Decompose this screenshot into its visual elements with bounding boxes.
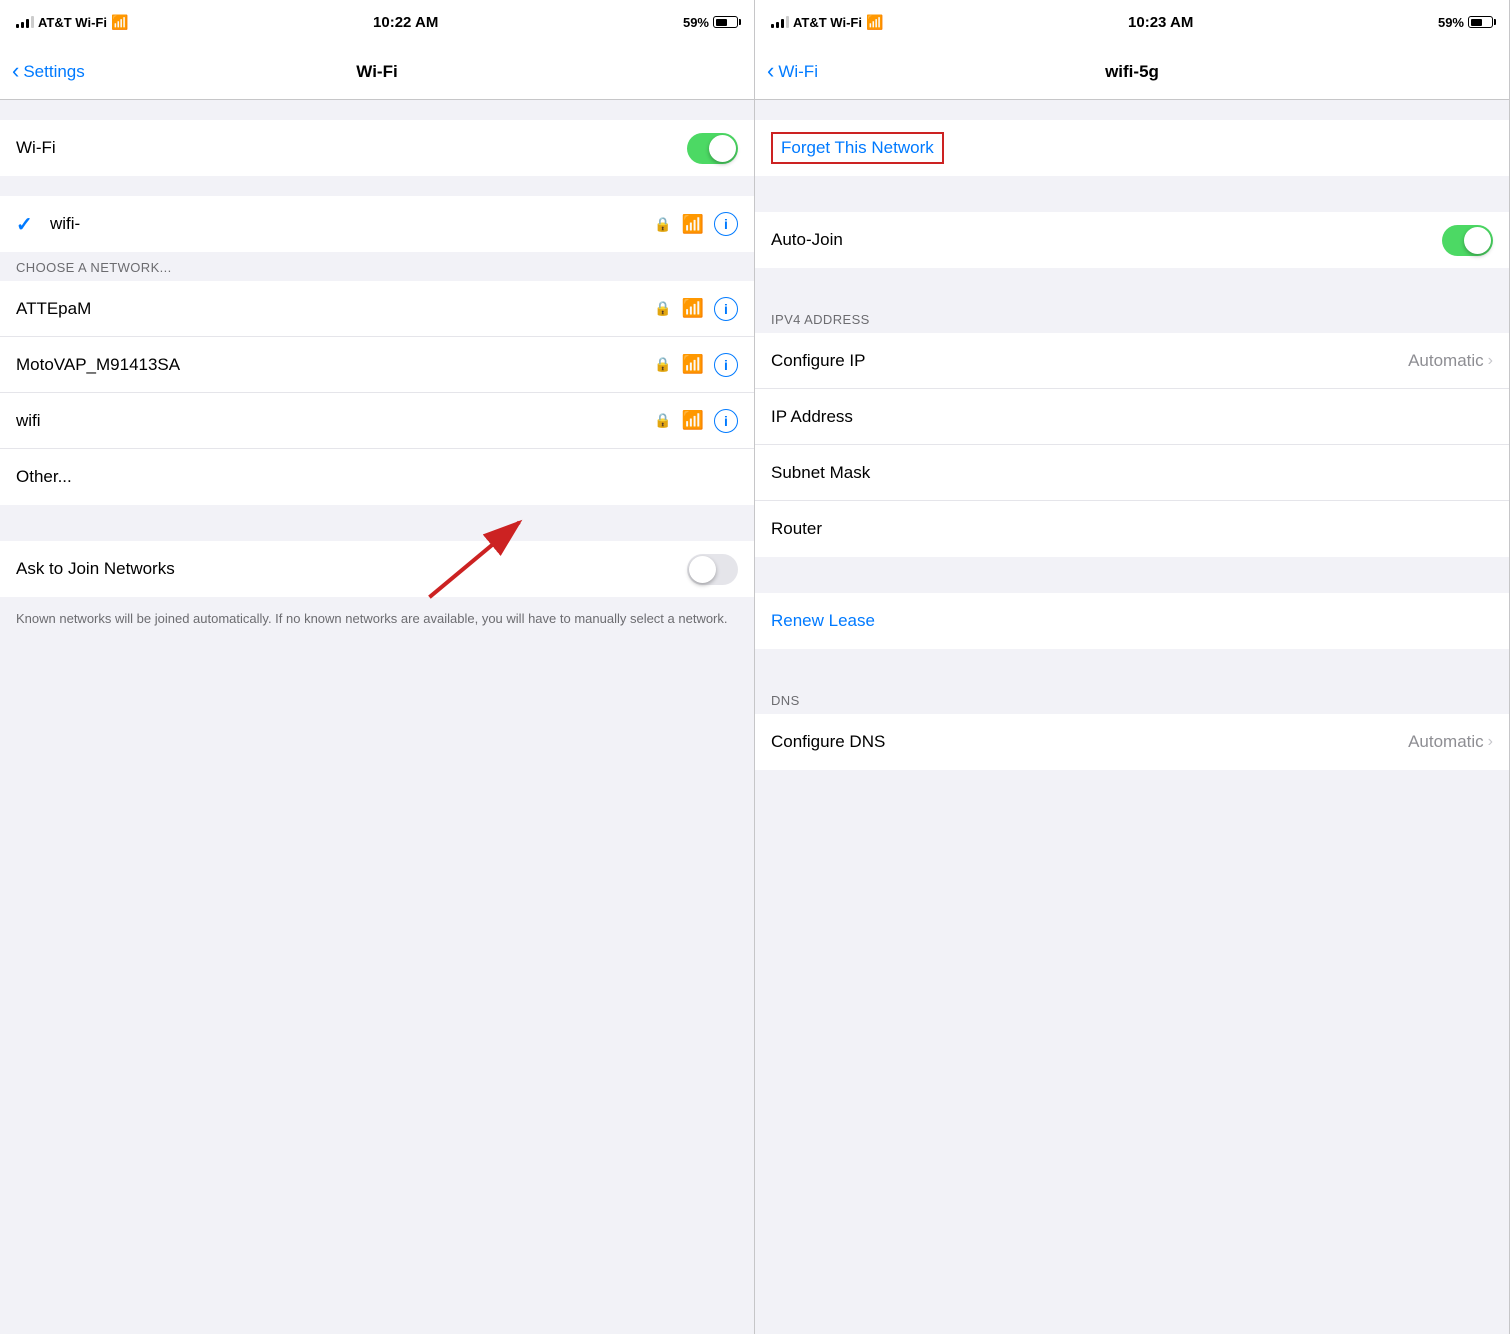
lock-icon: 🔒 <box>654 216 671 233</box>
auto-join-row: Auto-Join <box>755 212 1509 268</box>
configure-ip-row[interactable]: Configure IP Automatic › <box>755 333 1509 389</box>
ask-join-label: Ask to Join Networks <box>16 559 175 579</box>
router-row: Router <box>755 501 1509 557</box>
battery-icon <box>713 16 738 28</box>
wifi-section: Wi-Fi <box>0 120 754 176</box>
carrier-label: AT&T Wi-Fi <box>793 15 862 30</box>
connected-info-button[interactable]: i <box>714 212 738 236</box>
battery-pct: 59% <box>1438 15 1464 30</box>
renew-lease-label: Renew Lease <box>771 611 875 631</box>
wifi-icon: 📶 <box>682 354 704 375</box>
left-panel: AT&T Wi-Fi 📶 10:22 AM 59% ‹ Settings Wi-… <box>0 0 755 1334</box>
right-nav-title: wifi-5g <box>1105 62 1159 82</box>
network-list: ATTEpaM 🔒 📶 i MotoVAP_M91413SA 🔒 📶 i <box>0 281 754 505</box>
subnet-mask-label: Subnet Mask <box>771 463 870 483</box>
ask-join-section: Ask to Join Networks <box>0 541 754 597</box>
wifi-toggle[interactable] <box>687 133 738 164</box>
back-label: Wi-Fi <box>778 62 818 82</box>
wifi-icon: 📶 <box>682 298 704 319</box>
wifi-status-icon: 📶 <box>866 14 883 31</box>
wifi-toggle-row: Wi-Fi <box>0 120 754 176</box>
footer-note: Known networks will be joined automatica… <box>0 597 754 641</box>
connected-network-section: ✓ wifi- 🔒 📶 i <box>0 196 754 252</box>
left-content: Wi-Fi ✓ wifi- 🔒 📶 i <box>0 100 754 1334</box>
back-chevron-icon: ‹ <box>12 58 19 84</box>
back-chevron-icon: ‹ <box>767 58 774 84</box>
ask-join-toggle[interactable] <box>687 554 738 585</box>
forget-network-section: Forget This Network <box>755 120 1509 176</box>
configure-ip-label: Configure IP <box>771 351 866 371</box>
forget-network-label: Forget This Network <box>781 138 934 157</box>
configure-dns-label: Configure DNS <box>771 732 885 752</box>
connected-network-name: wifi- <box>50 214 80 234</box>
ipv4-header: IPV4 ADDRESS <box>755 304 1509 333</box>
configure-dns-row[interactable]: Configure DNS Automatic › <box>755 714 1509 770</box>
other-networks-label: Other... <box>16 467 72 487</box>
chevron-right-icon: › <box>1488 352 1493 370</box>
connected-network-row[interactable]: ✓ wifi- 🔒 📶 i <box>0 196 754 252</box>
carrier-label: AT&T Wi-Fi <box>38 15 107 30</box>
configure-dns-value: Automatic › <box>1408 732 1493 752</box>
renew-lease-section: Renew Lease <box>755 593 1509 649</box>
list-item[interactable]: Other... <box>0 449 754 505</box>
network-name-3: wifi <box>16 411 41 431</box>
lock-icon: 🔒 <box>654 356 671 373</box>
left-status-right: 59% <box>683 15 738 30</box>
right-status-left: AT&T Wi-Fi 📶 <box>771 14 883 31</box>
right-status-bar: AT&T Wi-Fi 📶 10:23 AM 59% <box>755 0 1509 44</box>
ask-join-row: Ask to Join Networks <box>0 541 754 597</box>
network-name-1: ATTEpaM <box>16 299 91 319</box>
lock-icon: 🔒 <box>654 412 671 429</box>
auto-join-toggle[interactable] <box>1442 225 1493 256</box>
choose-network-header: CHOOSE A NETWORK... <box>0 252 754 281</box>
renew-lease-row[interactable]: Renew Lease <box>755 593 1509 649</box>
right-content: Forget This Network Auto-Join IPV4 ADDRE… <box>755 100 1509 1334</box>
auto-join-label: Auto-Join <box>771 230 843 250</box>
signal-icon <box>16 16 34 28</box>
ipv4-section: Configure IP Automatic › IP Address Subn… <box>755 333 1509 557</box>
network-name-2: MotoVAP_M91413SA <box>16 355 180 375</box>
right-time: 10:23 AM <box>1128 14 1193 31</box>
auto-join-section: Auto-Join <box>755 212 1509 268</box>
left-nav-title: Wi-Fi <box>356 62 397 82</box>
connected-checkmark-icon: ✓ <box>16 212 40 237</box>
right-panel: AT&T Wi-Fi 📶 10:23 AM 59% ‹ Wi-Fi wifi-5… <box>755 0 1510 1334</box>
ip-address-row: IP Address <box>755 389 1509 445</box>
left-time: 10:22 AM <box>373 14 438 31</box>
connected-network-icons: 🔒 📶 i <box>654 212 738 236</box>
wifi-status-icon: 📶 <box>111 14 128 31</box>
right-nav-bar: ‹ Wi-Fi wifi-5g <box>755 44 1509 100</box>
subnet-mask-row: Subnet Mask <box>755 445 1509 501</box>
info-button-3[interactable]: i <box>714 409 738 433</box>
wifi-label: Wi-Fi <box>16 138 56 158</box>
forget-network-row[interactable]: Forget This Network <box>755 120 1509 176</box>
left-status-left: AT&T Wi-Fi 📶 <box>16 14 128 31</box>
info-button-2[interactable]: i <box>714 353 738 377</box>
list-item[interactable]: MotoVAP_M91413SA 🔒 📶 i <box>0 337 754 393</box>
settings-back-button[interactable]: ‹ Settings <box>12 59 85 84</box>
left-status-bar: AT&T Wi-Fi 📶 10:22 AM 59% <box>0 0 754 44</box>
wifi-icon: 📶 <box>682 410 704 431</box>
chevron-right-icon: › <box>1488 733 1493 751</box>
left-nav-bar: ‹ Settings Wi-Fi <box>0 44 754 100</box>
battery-icon <box>1468 16 1493 28</box>
dns-section: Configure DNS Automatic › <box>755 714 1509 770</box>
right-status-right: 59% <box>1438 15 1493 30</box>
lock-icon: 🔒 <box>654 300 671 317</box>
ip-address-label: IP Address <box>771 407 853 427</box>
forget-network-annotation-box: Forget This Network <box>771 132 944 164</box>
list-item[interactable]: wifi 🔒 📶 i <box>0 393 754 449</box>
router-label: Router <box>771 519 822 539</box>
dns-header: DNS <box>755 685 1509 714</box>
configure-ip-value: Automatic › <box>1408 351 1493 371</box>
signal-icon <box>771 16 789 28</box>
list-item[interactable]: ATTEpaM 🔒 📶 i <box>0 281 754 337</box>
info-button-1[interactable]: i <box>714 297 738 321</box>
wifi-strength-icon: 📶 <box>682 214 704 235</box>
battery-pct: 59% <box>683 15 709 30</box>
back-label: Settings <box>23 62 84 82</box>
wifi-back-button[interactable]: ‹ Wi-Fi <box>767 59 818 84</box>
